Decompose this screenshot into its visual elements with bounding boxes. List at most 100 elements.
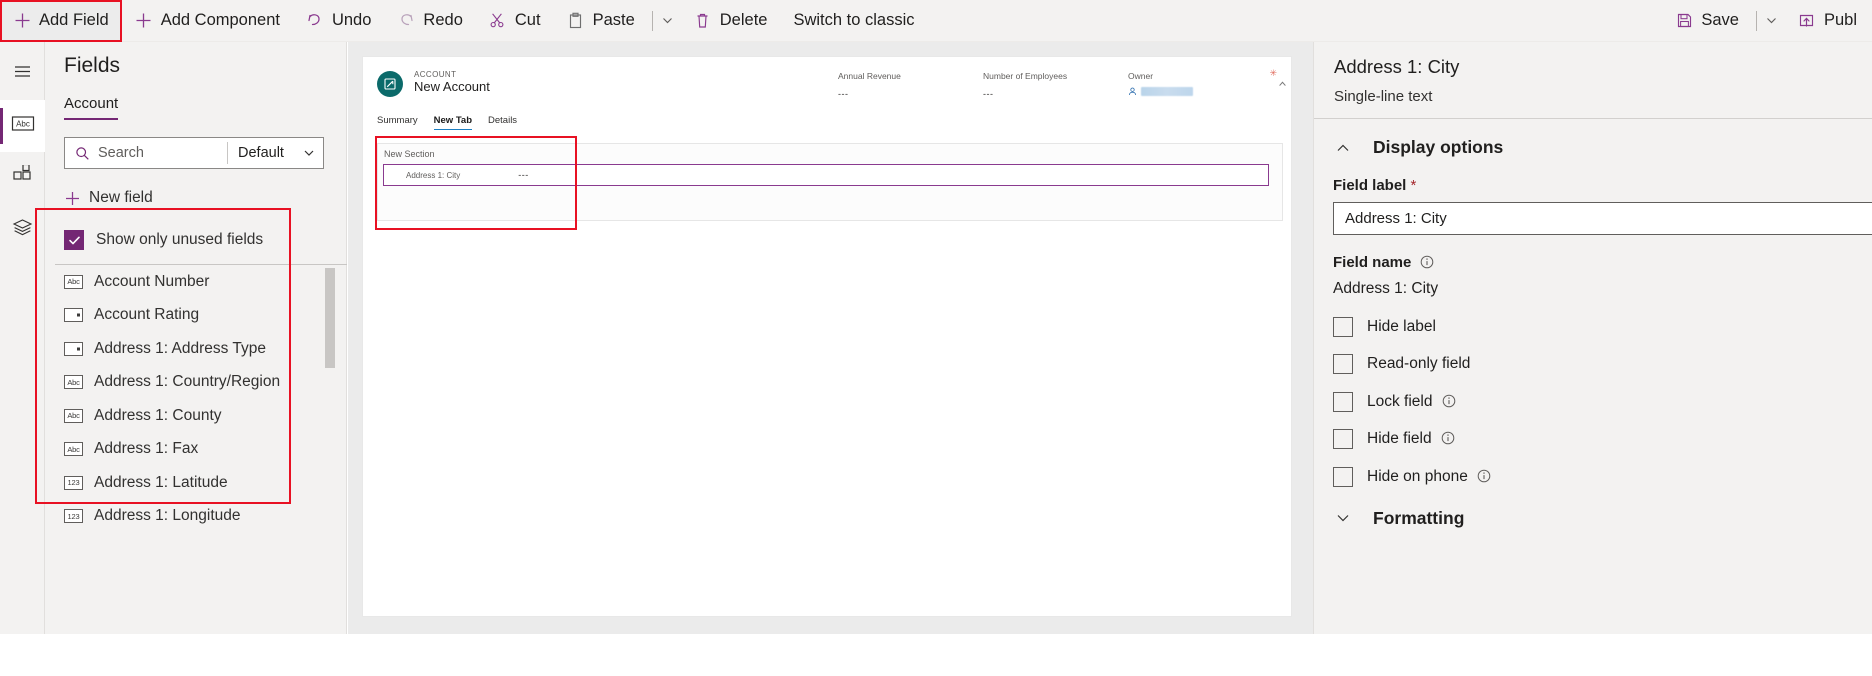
rail-item-components[interactable] <box>0 152 45 204</box>
display-options-checkbox-list: Hide label Read-only field Lock field Hi… <box>1314 308 1872 496</box>
toolbar-divider <box>651 10 653 31</box>
list-item-label: Account Rating <box>94 306 200 324</box>
lock-field-checkbox[interactable]: Lock field <box>1314 383 1872 421</box>
search-input[interactable]: Search <box>65 138 227 168</box>
checkbox-icon <box>1333 391 1353 412</box>
add-field-button[interactable]: Add Field <box>0 0 122 42</box>
header-field-value: --- <box>838 88 849 99</box>
required-indicator-icon: ✳ <box>1269 68 1277 78</box>
selected-field-value: --- <box>518 170 529 180</box>
list-item[interactable]: Account Rating <box>55 299 347 333</box>
selected-form-field[interactable]: Address 1: City --- <box>383 164 1269 186</box>
undo-button[interactable]: Undo <box>293 0 384 42</box>
header-field-owner[interactable]: Owner <box>1128 68 1273 96</box>
save-button[interactable]: Save <box>1662 0 1752 42</box>
publish-button[interactable]: Publ <box>1785 0 1870 42</box>
svg-text:Abc: Abc <box>16 120 30 129</box>
field-name-caption: Field name <box>1314 235 1872 271</box>
cut-button[interactable]: Cut <box>476 0 554 42</box>
show-only-unused-fields-label: Show only unused fields <box>96 231 264 248</box>
checkbox-icon <box>1333 316 1353 337</box>
avatar <box>1141 86 1193 96</box>
header-field-label: Number of Employees <box>983 71 1068 82</box>
fields-panel: Fields Account Search Default New field <box>35 42 367 634</box>
checkbox-icon <box>1333 429 1353 450</box>
clipboard-icon <box>567 12 585 30</box>
info-icon[interactable] <box>1441 431 1455 445</box>
add-field-label: Add Field <box>39 11 109 29</box>
hide-field-checkbox[interactable]: Hide field <box>1314 421 1872 459</box>
field-filter-dropdown[interactable]: Default <box>228 138 323 168</box>
paste-options-chevron-down-icon[interactable] <box>655 0 681 42</box>
hide-label-text: Hide label <box>1367 317 1436 335</box>
chevron-up-icon <box>1335 140 1351 156</box>
fields-list-scrollbar[interactable] <box>325 268 335 368</box>
header-field-annual-revenue[interactable]: Annual Revenue --- <box>838 68 983 99</box>
add-component-button[interactable]: Add Component <box>122 0 293 42</box>
list-item[interactable]: 123 Address 1: Longitude <box>55 500 347 534</box>
display-options-section-header[interactable]: Display options <box>1314 119 1872 158</box>
hide-on-phone-text-wrap: Hide on phone <box>1367 468 1491 486</box>
rail-item-fields[interactable]: Abc <box>0 100 45 152</box>
info-icon[interactable] <box>1442 394 1456 408</box>
rail-item-menu[interactable] <box>0 48 45 100</box>
properties-subtitle: Single-line text <box>1334 88 1433 105</box>
formatting-section-header[interactable]: Formatting <box>1314 496 1872 529</box>
rail-item-tree-view[interactable] <box>0 204 45 256</box>
hide-field-text-wrap: Hide field <box>1367 430 1455 448</box>
abc-icon: Abc <box>10 114 36 138</box>
publish-icon <box>1798 12 1816 30</box>
properties-title: Address 1: City <box>1334 56 1460 77</box>
section-title: New Section <box>384 149 435 159</box>
list-item[interactable]: Address 1: Address Type <box>55 332 347 366</box>
save-options-chevron-down-icon[interactable] <box>1759 0 1785 42</box>
switch-to-classic-button[interactable]: Switch to classic <box>780 0 927 42</box>
tab-new-tab[interactable]: New Tab <box>433 115 473 130</box>
canvas-scroll-up-icon[interactable] <box>1278 79 1287 89</box>
lock-field-text: Lock field <box>1367 392 1433 410</box>
account-icon <box>377 70 403 97</box>
list-item[interactable]: Abc Account Number <box>55 265 347 299</box>
read-only-field-checkbox[interactable]: Read-only field <box>1314 346 1872 384</box>
redo-button[interactable]: Redo <box>384 0 475 42</box>
properties-header: Address 1: City Single-line text <box>1314 42 1872 118</box>
delete-label: Delete <box>719 11 768 29</box>
tab-details[interactable]: Details <box>488 115 517 129</box>
field-label-input[interactable]: Address 1: City <box>1333 202 1872 235</box>
tab-account[interactable]: Account <box>64 95 119 120</box>
command-bar-right-group: Save Publ <box>1662 0 1872 42</box>
form-header: ACCOUNT New Account Annual Revenue --- N… <box>363 57 1291 110</box>
header-field-number-of-employees[interactable]: Number of Employees --- <box>983 68 1128 99</box>
new-field-label: New field <box>89 189 153 206</box>
list-item[interactable]: Abc Address 1: County <box>55 399 347 433</box>
field-label-value: Address 1: City <box>1345 210 1447 227</box>
list-item[interactable]: Abc Address 1: Country/Region <box>55 366 347 400</box>
header-field-label: Owner <box>1128 71 1154 82</box>
header-field-value: --- <box>983 88 994 99</box>
list-item-label: Address 1: Fax <box>94 440 199 458</box>
show-only-unused-fields-checkbox[interactable]: Show only unused fields <box>64 224 263 256</box>
form-section[interactable]: New Section Address 1: City --- <box>377 143 1283 221</box>
list-item[interactable]: 123 Address 1: Latitude <box>55 466 347 500</box>
info-icon[interactable] <box>1420 255 1434 269</box>
search-icon <box>75 146 90 161</box>
field-filter-value: Default <box>238 145 284 161</box>
person-icon <box>1128 87 1137 96</box>
left-icon-rail: Abc <box>0 42 45 634</box>
hide-label-checkbox[interactable]: Hide label <box>1314 308 1872 346</box>
fields-list[interactable]: Abc Account Number Account Rating Addres… <box>55 265 347 676</box>
tab-summary[interactable]: Summary <box>377 115 418 129</box>
page-title: Fields <box>64 54 121 77</box>
list-item[interactable]: Abc Address 1: Fax <box>55 433 347 467</box>
list-item-label: Account Number <box>94 272 210 290</box>
hide-on-phone-checkbox[interactable]: Hide on phone <box>1314 458 1872 496</box>
field-name-text: Field name <box>1333 254 1412 271</box>
command-bar-left-group: Add Field Add Component Undo Redo Cut Pa… <box>0 0 928 42</box>
layers-icon <box>12 217 33 243</box>
text-type-icon: Abc <box>64 375 83 390</box>
info-icon[interactable] <box>1477 469 1491 483</box>
new-field-button[interactable]: New field <box>65 189 153 207</box>
paste-button[interactable]: Paste <box>554 0 648 42</box>
delete-button[interactable]: Delete <box>681 0 781 42</box>
cut-label: Cut <box>514 11 541 29</box>
